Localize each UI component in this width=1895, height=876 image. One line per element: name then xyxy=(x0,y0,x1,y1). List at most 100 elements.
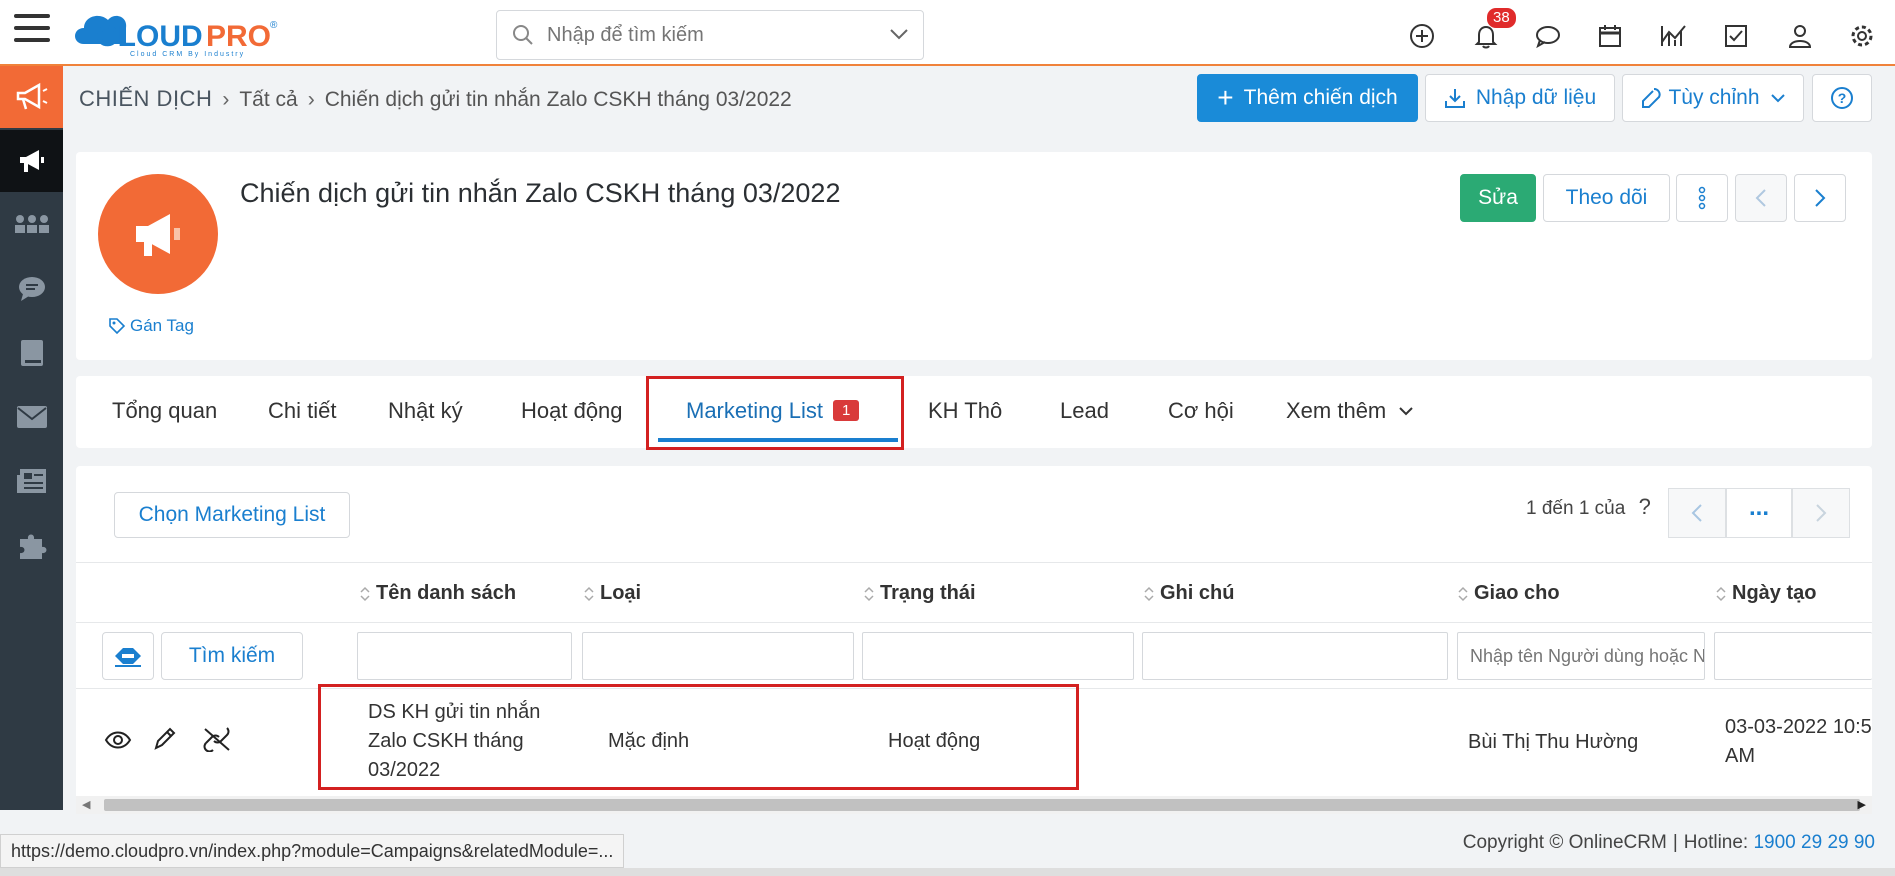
column-header-created-date[interactable]: Ngày tạo xyxy=(1716,582,1816,605)
cell-assignee: Bùi Thị Thu Hường xyxy=(1468,731,1639,753)
customize-button[interactable]: Tùy chỉnh xyxy=(1622,74,1804,122)
sidebar-item-chat[interactable] xyxy=(0,258,63,320)
breadcrumb-root[interactable]: CHIẾN DỊCH xyxy=(79,86,212,111)
record-title: Chiến dịch gửi tin nhắn Zalo CSKH tháng … xyxy=(240,178,841,208)
logo-text-pro: PRO xyxy=(206,20,271,53)
sort-icon xyxy=(1458,586,1468,601)
cloudpro-logo[interactable]: CLOUD PRO ® Cloud CRM By Industry xyxy=(70,6,300,58)
filter-created-date-input[interactable] xyxy=(1714,632,1872,680)
megaphone-filled-icon xyxy=(19,150,44,172)
wrench-icon xyxy=(1642,88,1662,108)
sidebar-item-newsletter[interactable] xyxy=(0,450,63,512)
table-divider xyxy=(76,562,1872,563)
svg-text:?: ? xyxy=(1838,90,1847,106)
notification-badge: 38 xyxy=(1487,8,1516,28)
more-actions-button[interactable] xyxy=(1676,174,1728,222)
previous-record-button[interactable] xyxy=(1735,174,1787,222)
sort-icon xyxy=(864,586,874,601)
scrollbar-thumb[interactable] xyxy=(104,799,1860,811)
help-icon[interactable]: ? xyxy=(1639,494,1651,519)
tab-opportunity[interactable]: Cơ hội xyxy=(1168,398,1234,424)
chevron-down-icon xyxy=(1399,407,1413,416)
eye-icon[interactable] xyxy=(104,730,132,750)
search-input[interactable] xyxy=(547,19,867,51)
tab-details[interactable]: Chi tiết xyxy=(268,398,336,424)
breadcrumb-separator-icon: › xyxy=(307,88,315,111)
newspaper-icon xyxy=(16,469,46,493)
envelope-icon xyxy=(16,406,47,428)
breadcrumb-bar: CHIẾN DỊCH › Tất cả › Chiến dịch gửi tin nhắ… xyxy=(63,66,1895,130)
report-icon[interactable] xyxy=(1654,16,1694,56)
column-header-status[interactable]: Trạng thái xyxy=(864,582,976,605)
scroll-right-arrow-icon[interactable]: ▶ xyxy=(1858,798,1866,811)
user-icon[interactable] xyxy=(1780,16,1820,56)
sidebar-item-email[interactable] xyxy=(0,386,63,448)
vertical-dots-icon xyxy=(1698,186,1706,210)
horizontal-scrollbar[interactable]: ◀ ▶ xyxy=(76,796,1872,814)
help-button[interactable]: ? xyxy=(1812,74,1872,122)
scroll-left-arrow-icon[interactable]: ◀ xyxy=(82,798,90,811)
next-page-button[interactable] xyxy=(1792,488,1850,538)
breadcrumb-all[interactable]: Tất cả xyxy=(239,88,297,111)
megaphone-icon xyxy=(136,214,180,256)
column-header-assigned-to[interactable]: Giao cho xyxy=(1458,582,1560,605)
chevron-down-icon xyxy=(1770,94,1785,103)
top-bar: CLOUD PRO ® Cloud CRM By Industry 38 xyxy=(0,0,1895,66)
gear-icon[interactable] xyxy=(1842,16,1882,56)
global-search[interactable] xyxy=(496,10,924,60)
assign-tag-link[interactable]: Gán Tag xyxy=(108,316,194,336)
next-record-button[interactable] xyxy=(1794,174,1846,222)
filter-type-input[interactable] xyxy=(582,632,854,680)
plus-icon: + xyxy=(1217,82,1234,113)
sidebar-item-campaigns[interactable] xyxy=(0,130,63,192)
chat-icon[interactable] xyxy=(1528,16,1568,56)
sidebar-item-customers[interactable] xyxy=(0,194,63,256)
clear-filter-button[interactable] xyxy=(102,632,154,680)
filter-status-input[interactable] xyxy=(862,632,1134,680)
filter-list-name-input[interactable] xyxy=(357,632,572,680)
hotline-link[interactable]: 1900 29 29 90 xyxy=(1753,832,1875,853)
filter-note-input[interactable] xyxy=(1142,632,1448,680)
tab-overview[interactable]: Tổng quan xyxy=(112,398,217,424)
import-data-button[interactable]: Nhập dữ liệu xyxy=(1425,74,1615,122)
pencil-icon[interactable] xyxy=(152,726,176,752)
chevron-left-icon xyxy=(1691,504,1702,522)
edit-button[interactable]: Sửa xyxy=(1460,174,1536,222)
column-header-list-name[interactable]: Tên danh sách xyxy=(360,582,516,605)
tab-lead[interactable]: Lead xyxy=(1060,398,1109,424)
page-jump-button[interactable]: ... xyxy=(1726,488,1792,538)
filter-search-button[interactable]: Tìm kiếm xyxy=(161,632,303,680)
campaign-avatar xyxy=(98,174,218,294)
column-header-note[interactable]: Ghi chú xyxy=(1144,582,1234,605)
tab-raw-customers[interactable]: KH Thô xyxy=(928,398,1002,424)
logo-text-cloud: CLOUD xyxy=(96,20,203,53)
sidebar xyxy=(0,66,63,810)
follow-button[interactable]: Theo dõi xyxy=(1543,174,1670,222)
breadcrumb: CHIẾN DỊCH › Tất cả › Chiến dịch gửi tin nhắ… xyxy=(79,86,792,112)
chevron-down-icon[interactable] xyxy=(889,27,909,41)
chevron-right-icon xyxy=(1815,189,1826,207)
tab-activities[interactable]: Hoạt động xyxy=(521,398,623,424)
add-icon[interactable] xyxy=(1402,16,1442,56)
task-check-icon[interactable] xyxy=(1716,16,1756,56)
sidebar-item-knowledge[interactable] xyxy=(0,322,63,384)
tab-log[interactable]: Nhật ký xyxy=(388,398,463,424)
add-campaign-button[interactable]: + Thêm chiến dịch xyxy=(1197,74,1418,122)
sidebar-item-extensions[interactable] xyxy=(0,514,63,576)
sort-icon xyxy=(1144,586,1154,601)
filter-assignee-input[interactable] xyxy=(1457,632,1705,680)
group-icon xyxy=(14,215,49,233)
sidebar-item-marketing[interactable] xyxy=(0,66,63,128)
pagination-info: 1 đến 1 của ? xyxy=(1526,494,1651,519)
calendar-icon[interactable] xyxy=(1590,16,1630,56)
unlink-icon[interactable] xyxy=(202,726,232,752)
book-icon xyxy=(20,340,43,366)
tag-icon xyxy=(109,318,126,335)
column-header-type[interactable]: Loại xyxy=(584,582,641,605)
tab-more[interactable]: Xem thêm xyxy=(1286,398,1414,424)
table-divider xyxy=(76,622,1872,623)
menu-icon[interactable] xyxy=(14,14,50,48)
chat-bubble-icon xyxy=(18,277,45,301)
select-marketing-list-button[interactable]: Chọn Marketing List xyxy=(114,492,350,538)
previous-page-button[interactable] xyxy=(1668,488,1726,538)
